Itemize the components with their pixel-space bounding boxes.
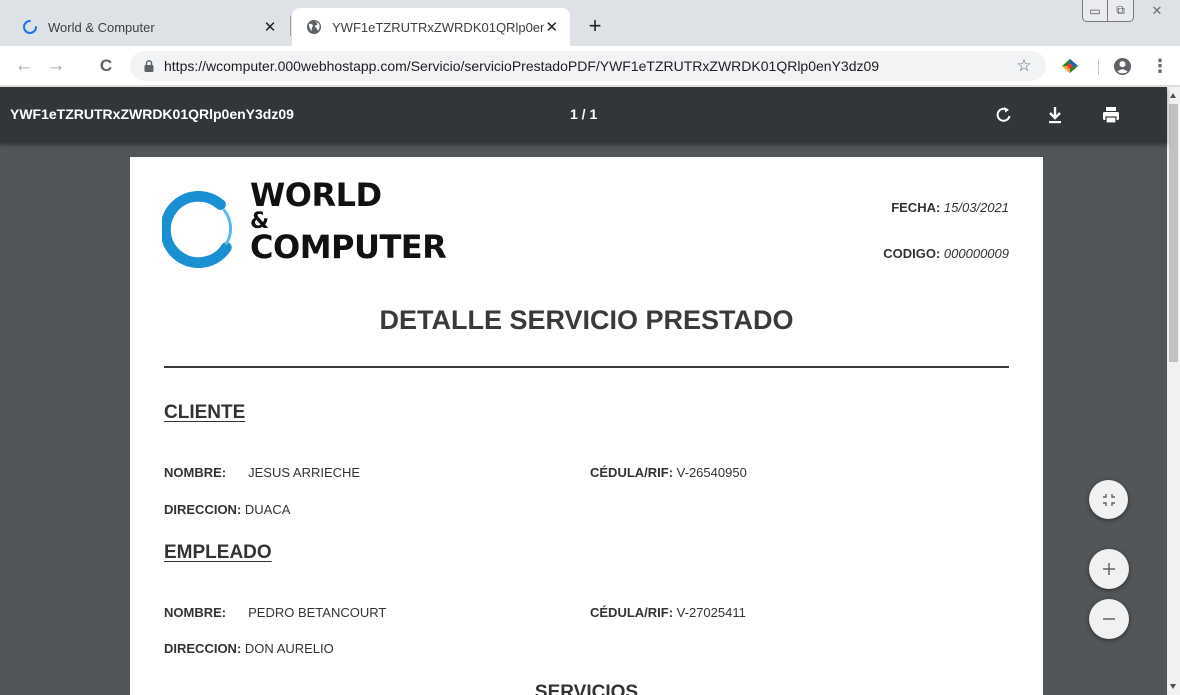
- fecha-value: 15/03/2021: [943, 200, 1009, 215]
- scroll-up-arrow-icon[interactable]: [1170, 93, 1176, 98]
- tab-strip: World & Computer ✕ YWF1eTZRUTRxZWRDK01QR…: [0, 0, 1180, 46]
- cliente-nombre: NOMBRE: JESUS ARRIECHE: [164, 465, 360, 480]
- maximize-button[interactable]: ⧉: [1108, 0, 1134, 22]
- globe-icon: [307, 20, 321, 34]
- pdf-document-title: YWF1eTZRUTRxZWRDK01QRlp0enY3dz09: [10, 106, 294, 122]
- empleado-cedula-value: V-27025411: [676, 605, 746, 620]
- empleado-section-title: EMPLEADO: [164, 542, 272, 563]
- bookmark-star-icon[interactable]: ☆: [1014, 56, 1034, 76]
- codigo-value: 000000009: [943, 246, 1009, 261]
- world-computer-logo-icon: [162, 191, 232, 268]
- cliente-nombre-value: JESUS ARRIECHE: [248, 465, 361, 480]
- window-controls: ▭ ⧉ ✕: [1082, 0, 1180, 22]
- extension-icon[interactable]: [1060, 57, 1080, 75]
- cliente-direccion: DIRECCION: DUACA: [164, 502, 290, 517]
- empleado-nombre-label: NOMBRE:: [164, 605, 227, 620]
- page-indicator: 1 / 1: [570, 106, 598, 122]
- pdf-toolbar: YWF1eTZRUTRxZWRDK01QRlp0enY3dz09 1 / 1: [0, 87, 1167, 143]
- zoom-out-button[interactable]: [1089, 599, 1129, 639]
- toolbar-separator: [1098, 59, 1099, 75]
- zoom-in-button[interactable]: [1089, 549, 1129, 589]
- empleado-direccion: DIRECCION: DON AURELIO: [164, 641, 334, 656]
- cliente-section-title: CLIENTE: [164, 402, 246, 423]
- empleado-cedula-label: CÉDULA/RIF:: [590, 605, 674, 620]
- empleado-direccion-label: DIRECCION:: [164, 641, 242, 656]
- reload-icon[interactable]: C: [93, 53, 119, 79]
- scrollbar-thumb[interactable]: [1169, 104, 1178, 362]
- loading-spinner-icon: [23, 20, 37, 34]
- empleado-nombre: NOMBRE: PEDRO BETANCOURT: [164, 605, 386, 620]
- url-text[interactable]: https://wcomputer.000webhostapp.com/Serv…: [164, 58, 1014, 74]
- tab-world-computer[interactable]: World & Computer ✕: [8, 8, 290, 46]
- tab-title: YWF1eTZRUTRxZWRDK01QRlp0enY3dz09: [332, 19, 544, 35]
- scroll-down-arrow-icon[interactable]: [1170, 684, 1176, 689]
- vertical-scrollbar[interactable]: [1167, 87, 1180, 695]
- empleado-cedula: CÉDULA/RIF: V-27025411: [590, 605, 746, 620]
- brand-wordmark: WORLD & COMPUTER: [250, 176, 447, 266]
- print-icon[interactable]: [1099, 103, 1123, 127]
- tab-separator: [290, 16, 291, 36]
- cliente-cedula-label: CÉDULA/RIF:: [590, 465, 674, 480]
- brand-line-3: COMPUTER: [250, 228, 447, 266]
- forward-arrow-icon[interactable]: →: [43, 53, 69, 79]
- servicios-section-title: SERVICIOS: [534, 682, 639, 695]
- tab-pdf[interactable]: YWF1eTZRUTRxZWRDK01QRlp0enY3dz09 ✕: [292, 8, 570, 46]
- empleado-direccion-value: DON AURELIO: [244, 641, 334, 656]
- fecha: FECHA: 15/03/2021: [891, 200, 1009, 215]
- back-arrow-icon[interactable]: ←: [11, 53, 37, 79]
- pdf-viewer: YWF1eTZRUTRxZWRDK01QRlp0enY3dz09 1 / 1 W…: [0, 87, 1180, 695]
- download-icon[interactable]: [1043, 103, 1067, 127]
- brand-line-1: WORLD: [250, 176, 382, 214]
- minus-icon: [1103, 618, 1115, 620]
- empleado-nombre-value: PEDRO BETANCOURT: [248, 605, 387, 620]
- codigo: CODIGO: 000000009: [883, 246, 1009, 261]
- cliente-cedula-value: V-26540950: [676, 465, 747, 480]
- profile-avatar-icon[interactable]: [1113, 57, 1132, 76]
- minimize-button[interactable]: ▭: [1082, 0, 1108, 22]
- fecha-label: FECHA:: [891, 200, 941, 215]
- pdf-page: WORLD & COMPUTER FECHA: 15/03/2021 CODIG…: [130, 157, 1043, 695]
- address-bar[interactable]: https://wcomputer.000webhostapp.com/Serv…: [130, 51, 1046, 81]
- window-close-button[interactable]: ✕: [1134, 0, 1180, 22]
- document-heading: DETALLE SERVICIO PRESTADO: [379, 305, 794, 335]
- cliente-direccion-label: DIRECCION:: [164, 502, 242, 517]
- fit-page-icon: [1102, 493, 1115, 506]
- codigo-label: CODIGO:: [883, 246, 941, 261]
- lock-icon: [144, 60, 154, 72]
- cliente-direccion-value: DUACA: [244, 502, 291, 517]
- new-tab-button[interactable]: +: [582, 14, 608, 40]
- tab-close-icon[interactable]: ✕: [544, 17, 560, 37]
- cliente-cedula: CÉDULA/RIF: V-26540950: [590, 465, 747, 480]
- rotate-icon[interactable]: [992, 103, 1016, 127]
- fit-to-page-button[interactable]: [1089, 480, 1128, 519]
- browser-toolbar: ← → C https://wcomputer.000webhostapp.co…: [0, 46, 1180, 86]
- menu-kebab-icon[interactable]: ⋮: [1150, 55, 1170, 77]
- cliente-nombre-label: NOMBRE:: [164, 465, 227, 480]
- tab-title: World & Computer: [48, 19, 155, 35]
- plus-icon: [1103, 563, 1115, 575]
- tab-close-icon[interactable]: ✕: [260, 17, 280, 37]
- heading-divider: [164, 366, 1009, 368]
